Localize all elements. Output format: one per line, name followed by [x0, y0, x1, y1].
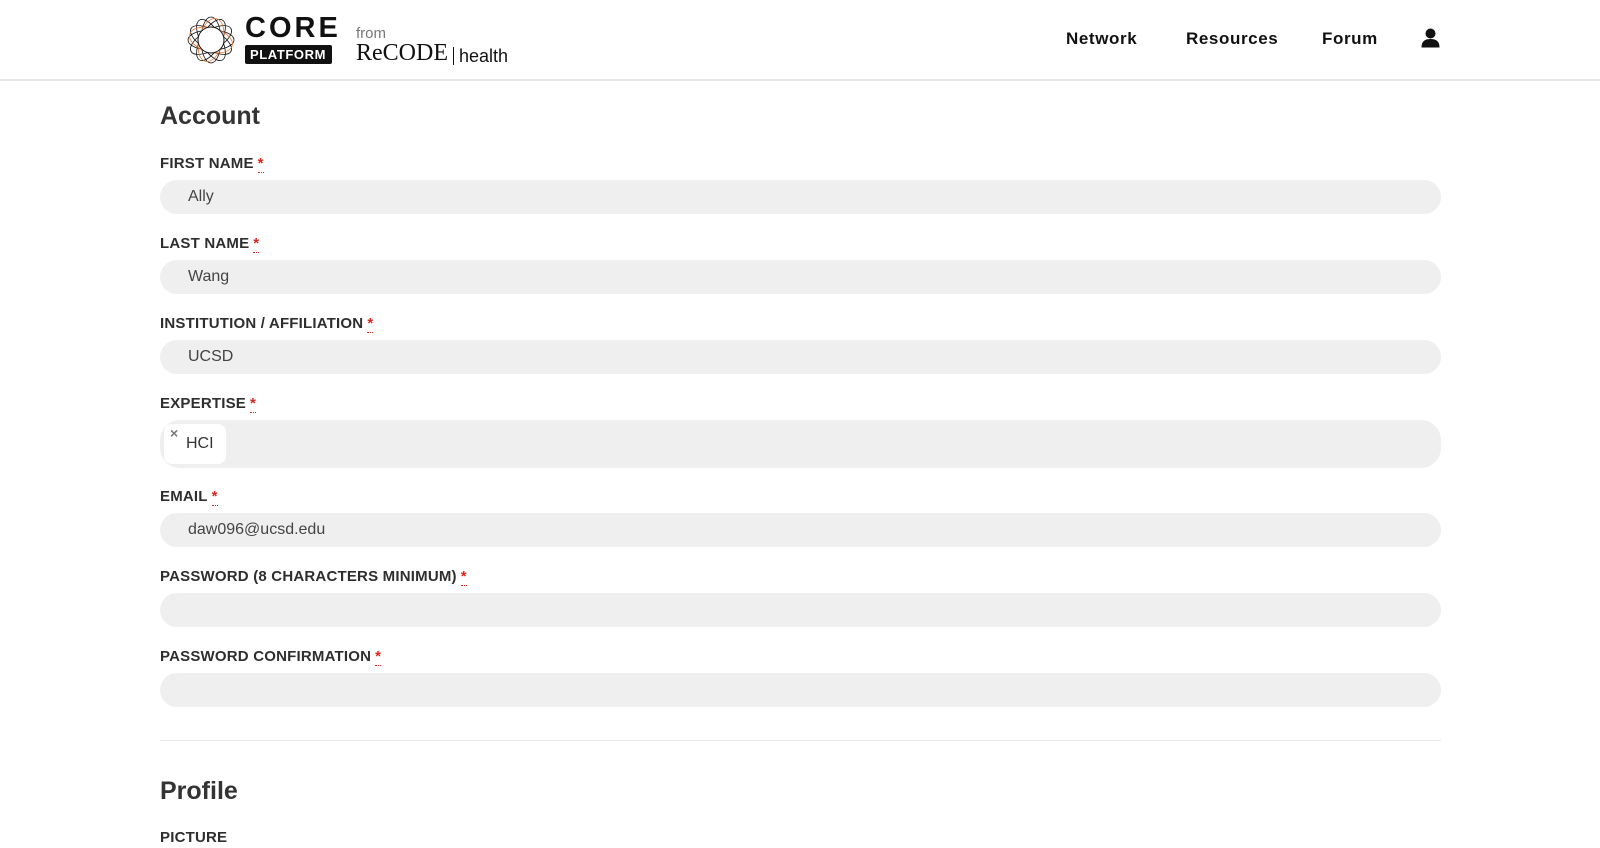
- password-group: PASSWORD (8 CHARACTERS MINIMUM) *: [160, 568, 1441, 627]
- first-name-group: FIRST NAME * Ally: [160, 155, 1441, 214]
- password-confirmation-group: PASSWORD CONFIRMATION *: [160, 648, 1441, 707]
- email-field[interactable]: daw096@ucsd.edu: [160, 513, 1441, 547]
- nav-network[interactable]: Network: [1066, 28, 1137, 50]
- tag-remove-icon[interactable]: ×: [170, 426, 178, 440]
- required-marker: *: [257, 155, 264, 173]
- email-group: EMAIL * daw096@ucsd.edu: [160, 488, 1441, 547]
- expertise-group: EXPERTISE * × HCI: [160, 395, 1441, 468]
- expertise-tag-label: HCI: [186, 435, 214, 452]
- last-name-value: Wang: [188, 268, 230, 285]
- nav-resources[interactable]: Resources: [1186, 28, 1278, 50]
- required-marker: *: [211, 488, 218, 506]
- password-confirmation-label: PASSWORD CONFIRMATION: [160, 648, 372, 665]
- required-marker: *: [253, 235, 260, 253]
- expertise-label: EXPERTISE: [160, 395, 246, 412]
- expertise-tag: × HCI: [164, 424, 226, 464]
- first-name-label: FIRST NAME: [160, 155, 254, 172]
- account-form: Account FIRST NAME * Ally LAST NAME * Wang…: [160, 100, 1441, 847]
- profile-heading: Profile: [160, 777, 238, 805]
- required-marker: *: [375, 648, 382, 666]
- required-marker: *: [250, 395, 257, 413]
- expertise-tag-input[interactable]: × HCI: [160, 420, 1441, 468]
- picture-label: PICTURE: [160, 829, 228, 846]
- last-name-label: LAST NAME: [160, 235, 250, 252]
- main-nav: Network Resources Forum: [0, 28, 1600, 52]
- first-name-field[interactable]: Ally: [160, 180, 1441, 214]
- nav-forum[interactable]: Forum: [1322, 28, 1378, 50]
- last-name-field[interactable]: Wang: [160, 260, 1441, 294]
- section-divider: [160, 740, 1441, 741]
- required-marker: *: [460, 568, 467, 586]
- required-marker: *: [367, 315, 374, 333]
- password-confirmation-field[interactable]: [160, 673, 1441, 707]
- first-name-value: Ally: [188, 188, 214, 205]
- email-label: EMAIL: [160, 488, 208, 505]
- password-label: PASSWORD (8 CHARACTERS MINIMUM): [160, 568, 457, 585]
- user-icon[interactable]: [1421, 28, 1440, 48]
- institution-value: UCSD: [188, 348, 234, 365]
- site-header: CORE PLATFORM from ReCODE health Network…: [0, 0, 1600, 81]
- institution-group: INSTITUTION / AFFILIATION * UCSD: [160, 315, 1441, 374]
- email-value: daw096@ucsd.edu: [188, 521, 326, 538]
- account-heading: Account: [160, 102, 260, 130]
- institution-field[interactable]: UCSD: [160, 340, 1441, 374]
- last-name-group: LAST NAME * Wang: [160, 235, 1441, 294]
- institution-label: INSTITUTION / AFFILIATION: [160, 315, 364, 332]
- password-field[interactable]: [160, 593, 1441, 627]
